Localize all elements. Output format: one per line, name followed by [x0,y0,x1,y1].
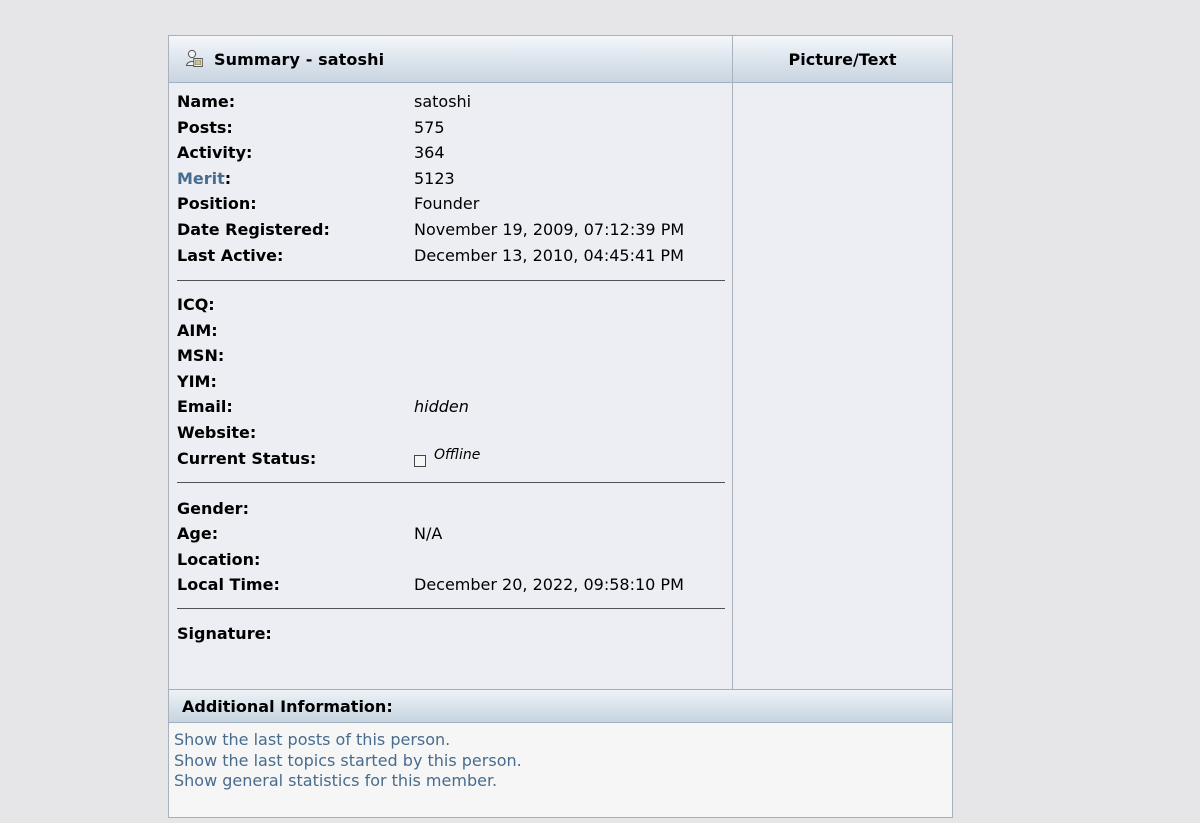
msn-row: MSN: [177,346,717,366]
yim-row: YIM: [177,372,717,392]
aim-row: AIM: [177,321,717,341]
picture-text-panel [733,83,952,689]
last-active-value: December 13, 2010, 04:45:41 PM [414,246,684,265]
merit-label: Merit: [177,169,231,189]
age-row: Age: N/A [177,524,717,544]
additional-information-links: Show the last posts of this person. Show… [169,723,952,817]
date-registered-label: Date Registered: [177,220,330,239]
summary-title: Summary - satoshi [214,49,385,69]
aim-label: AIM: [177,321,218,340]
name-row: Name: satoshi [177,92,717,112]
additional-information-title: Additional Information: [182,696,393,716]
signature-label: Signature: [177,624,272,643]
section-divider [177,608,725,609]
msn-label: MSN: [177,346,225,365]
icq-label: ICQ: [177,295,215,314]
position-value: Founder [414,194,480,213]
date-registered-row: Date Registered: November 19, 2009, 07:1… [177,220,717,240]
name-value: satoshi [414,92,472,111]
activity-value: 364 [414,143,445,162]
yim-label: YIM: [177,372,217,391]
additional-information-header: Additional Information: [169,689,952,723]
gender-label: Gender: [177,499,249,518]
local-time-label: Local Time: [177,575,280,594]
activity-row: Activity: 364 [177,143,717,163]
local-time-value: December 20, 2022, 09:58:10 PM [414,575,684,594]
name-label: Name: [177,92,236,111]
posts-row: Posts: 575 [177,118,717,138]
activity-label: Activity: [177,143,253,162]
current-status-label: Current Status: [177,449,317,468]
email-label: Email: [177,397,233,416]
picture-text-header: Picture/Text [788,49,897,69]
email-row: Email: hidden [177,397,717,417]
user-profile-icon [184,49,204,69]
age-label: Age: [177,524,219,543]
current-status-value: Offline [434,447,481,463]
last-active-row: Last Active: December 13, 2010, 04:45:41… [177,246,717,266]
position-row: Position: Founder [177,194,717,214]
local-time-row: Local Time: December 20, 2022, 09:58:10 … [177,575,717,595]
show-last-posts-link[interactable]: Show the last posts of this person. [174,730,450,750]
website-label: Website: [177,423,257,442]
position-label: Position: [177,194,257,213]
email-value: hidden [414,397,469,416]
location-row: Location: [177,550,717,570]
profile-details-panel: Name: satoshi Posts: 575 Activity: 364 M… [169,83,733,689]
show-general-statistics-link[interactable]: Show general statistics for this member. [174,771,497,791]
age-value: N/A [414,524,443,543]
offline-status-icon [414,455,426,467]
merit-colon: : [224,169,232,188]
merit-value: 5123 [414,169,455,188]
posts-label: Posts: [177,118,233,137]
section-divider [177,280,725,281]
section-divider [177,482,725,483]
last-active-label: Last Active: [177,246,284,265]
location-label: Location: [177,550,261,569]
website-row: Website: [177,423,717,443]
date-registered-value: November 19, 2009, 07:12:39 PM [414,220,685,239]
profile-summary-table: Summary - satoshi Picture/Text Name: sat… [168,35,953,818]
current-status-row: Current Status: Offline [177,447,717,469]
merit-row: Merit: 5123 [177,169,717,189]
signature-row: Signature: [177,624,717,644]
posts-value: 575 [414,118,445,137]
gender-row: Gender: [177,499,717,519]
show-last-topics-link[interactable]: Show the last topics started by this per… [174,751,522,771]
icq-row: ICQ: [177,295,717,315]
summary-header: Summary - satoshi [169,36,733,82]
merit-link[interactable]: Merit [177,169,225,188]
profile-header-row: Summary - satoshi Picture/Text [169,36,952,83]
